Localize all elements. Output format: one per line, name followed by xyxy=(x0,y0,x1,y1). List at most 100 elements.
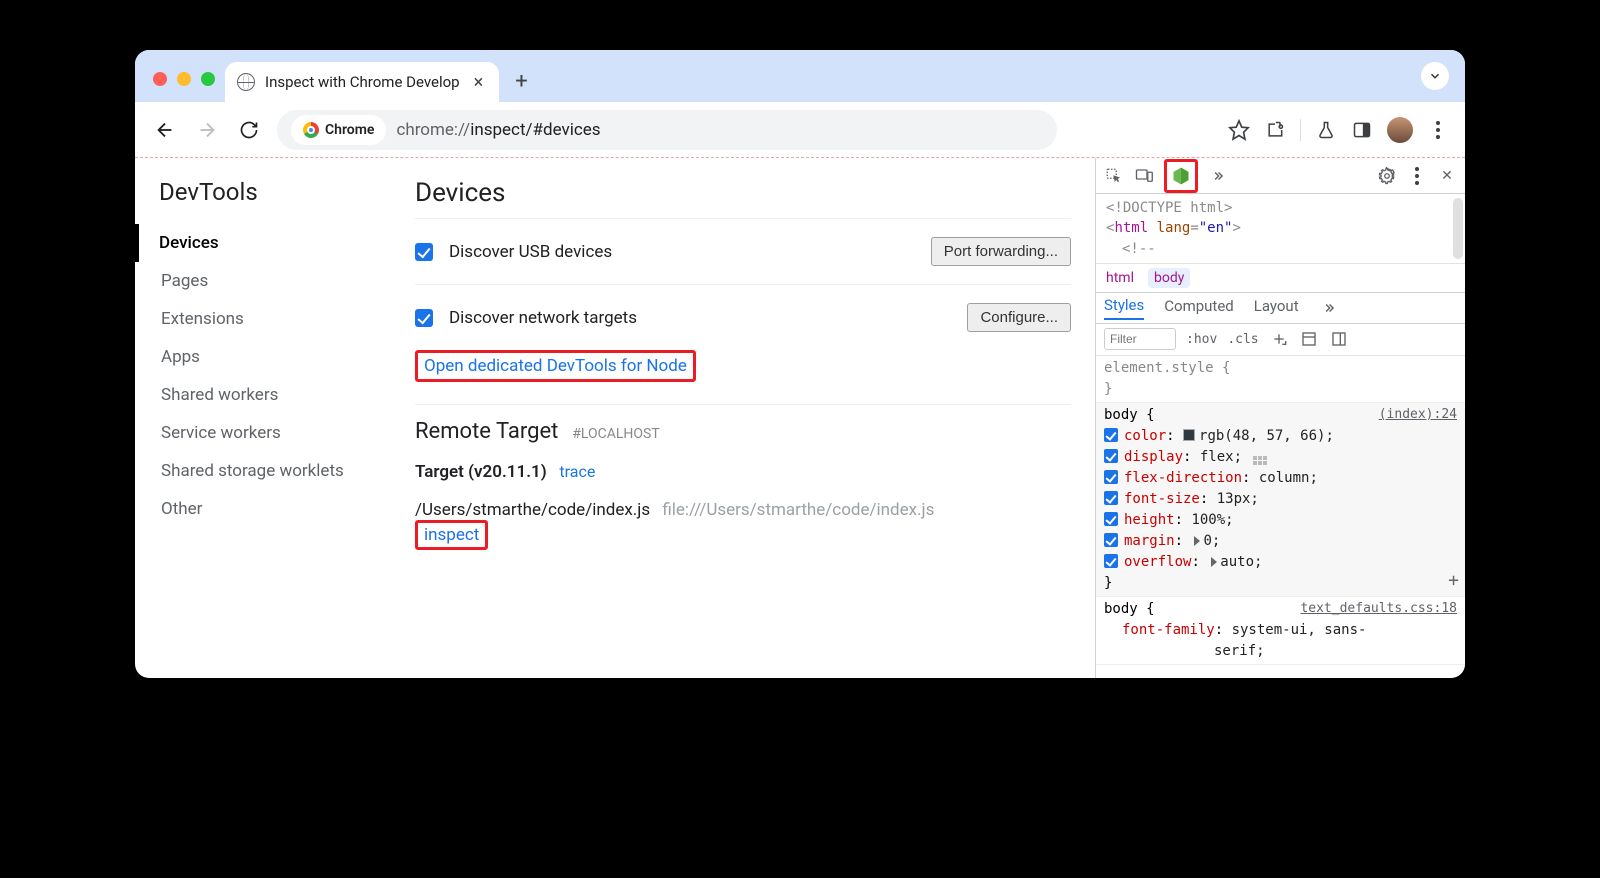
target-file-url: file:///Users/stmarthe/code/index.js xyxy=(662,500,934,520)
reload-button[interactable] xyxy=(235,116,263,144)
device-toggle-icon[interactable] xyxy=(1134,166,1154,186)
sidebar: DevTools DevicesPagesExtensionsAppsShare… xyxy=(159,178,389,658)
expand-caret-icon[interactable] xyxy=(1194,536,1200,546)
discover-usb-label: Discover USB devices xyxy=(449,242,915,262)
sidebar-item-pages[interactable]: Pages xyxy=(159,262,389,300)
remote-target-badge: #LOCALHOST xyxy=(572,426,659,442)
node-panel-highlight xyxy=(1164,159,1198,193)
tab-overflow-button[interactable] xyxy=(1421,62,1449,90)
sidebar-item-shared-storage-worklets[interactable]: Shared storage worklets xyxy=(159,452,389,490)
window-controls xyxy=(153,72,215,86)
side-panel-icon[interactable] xyxy=(1351,119,1373,141)
close-devtools-icon[interactable]: ✕ xyxy=(1437,166,1457,186)
discover-network-checkbox[interactable] xyxy=(415,309,433,327)
toolbar: Chrome chrome://inspect/#devices xyxy=(135,102,1465,158)
trace-link[interactable]: trace xyxy=(559,462,595,481)
rule-source[interactable]: (index):24 xyxy=(1379,405,1457,425)
url-text: chrome://inspect/#devices xyxy=(396,120,600,140)
flex-badge-icon[interactable] xyxy=(1253,456,1267,465)
css-declaration[interactable]: flex-direction: column; xyxy=(1104,468,1457,489)
close-tab-button[interactable]: × xyxy=(470,70,488,95)
open-node-devtools-link[interactable]: Open dedicated DevTools for Node xyxy=(424,356,687,376)
expand-caret-icon[interactable] xyxy=(1211,557,1217,567)
new-tab-button[interactable]: + xyxy=(515,69,527,94)
sidebar-item-extensions[interactable]: Extensions xyxy=(159,300,389,338)
browser-tab[interactable]: Inspect with Chrome Develop × xyxy=(225,62,499,102)
property-enabled-checkbox[interactable] xyxy=(1104,470,1118,484)
css-declaration[interactable]: overflow: auto; xyxy=(1104,552,1457,573)
toolbar-separator xyxy=(1300,119,1301,141)
chrome-chip-label: Chrome xyxy=(325,122,374,138)
sidebar-title: DevTools xyxy=(159,178,389,206)
inspect-element-icon[interactable] xyxy=(1104,166,1124,186)
more-tabs-icon[interactable] xyxy=(1319,298,1339,318)
inspect-devices-page: DevTools DevicesPagesExtensionsAppsShare… xyxy=(135,158,1095,678)
open-node-devtools-highlight: Open dedicated DevTools for Node xyxy=(415,350,696,382)
profile-avatar[interactable] xyxy=(1387,117,1413,143)
discover-network-label: Discover network targets xyxy=(449,308,951,328)
css-declaration[interactable]: height: 100%; xyxy=(1104,510,1457,531)
property-enabled-checkbox[interactable] xyxy=(1104,554,1118,568)
styles-pane[interactable]: element.style { } (index):24 body { colo… xyxy=(1096,356,1465,678)
tab-title: Inspect with Chrome Develop xyxy=(265,73,460,91)
crumb-html[interactable]: html xyxy=(1106,270,1134,286)
property-enabled-checkbox[interactable] xyxy=(1104,512,1118,526)
new-style-rule-icon[interactable] xyxy=(1269,329,1289,349)
toggle-sidebar-icon[interactable] xyxy=(1329,329,1349,349)
color-swatch[interactable] xyxy=(1183,429,1195,441)
sidebar-item-service-workers[interactable]: Service workers xyxy=(159,414,389,452)
inspect-highlight: inspect xyxy=(415,520,488,550)
maximize-window-button[interactable] xyxy=(201,72,215,86)
sidebar-item-other[interactable]: Other xyxy=(159,490,389,528)
labs-icon[interactable] xyxy=(1315,119,1337,141)
minimize-window-button[interactable] xyxy=(177,72,191,86)
tab-computed[interactable]: Computed xyxy=(1164,297,1234,319)
tab-layout[interactable]: Layout xyxy=(1254,297,1299,319)
css-declaration[interactable]: color: rgb(48, 57, 66); xyxy=(1104,426,1457,447)
property-enabled-checkbox[interactable] xyxy=(1104,533,1118,547)
devtools-menu-icon[interactable] xyxy=(1407,166,1427,186)
inspect-link[interactable]: inspect xyxy=(424,525,479,545)
chrome-menu-button[interactable] xyxy=(1427,119,1449,141)
css-declaration[interactable]: font-size: 13px; xyxy=(1104,489,1457,510)
port-forwarding-button[interactable]: Port forwarding... xyxy=(931,237,1071,266)
extensions-icon[interactable] xyxy=(1264,119,1286,141)
settings-gear-icon[interactable] xyxy=(1377,166,1397,186)
css-declaration[interactable]: display: flex; xyxy=(1104,447,1457,468)
property-enabled-checkbox[interactable] xyxy=(1104,449,1118,463)
chrome-logo-icon xyxy=(303,122,319,138)
crumb-body[interactable]: body xyxy=(1148,268,1190,288)
target-label: Target xyxy=(415,462,464,482)
cls-toggle[interactable]: .cls xyxy=(1227,332,1258,347)
more-panels-icon[interactable] xyxy=(1208,166,1228,186)
styles-tabs: Styles Computed Layout xyxy=(1096,292,1465,324)
close-window-button[interactable] xyxy=(153,72,167,86)
content-area: DevTools DevicesPagesExtensionsAppsShare… xyxy=(135,158,1465,678)
discover-usb-checkbox[interactable] xyxy=(415,243,433,261)
hov-toggle[interactable]: :hov xyxy=(1186,332,1217,347)
sidebar-item-shared-workers[interactable]: Shared workers xyxy=(159,376,389,414)
remote-target-heading: Remote Target xyxy=(415,419,558,444)
forward-button[interactable] xyxy=(193,116,221,144)
main-pane: Devices Discover USB devices Port forwar… xyxy=(415,178,1071,658)
sidebar-item-devices[interactable]: Devices xyxy=(135,224,389,262)
css-declaration[interactable]: margin: 0; xyxy=(1104,531,1457,552)
rule-source-2[interactable]: text_defaults.css:18 xyxy=(1300,599,1457,619)
devtools-toolbar: ✕ xyxy=(1096,158,1465,194)
property-enabled-checkbox[interactable] xyxy=(1104,428,1118,442)
nodejs-icon[interactable] xyxy=(1168,163,1194,189)
add-property-button[interactable]: + xyxy=(1448,567,1459,594)
styles-filter-bar: :hov .cls xyxy=(1096,324,1465,356)
computed-styles-icon[interactable] xyxy=(1299,329,1319,349)
scrollbar[interactable] xyxy=(1453,198,1463,259)
elements-tree[interactable]: <!DOCTYPE html> <html lang="en"> <!-- xyxy=(1096,194,1465,264)
address-bar[interactable]: Chrome chrome://inspect/#devices xyxy=(277,110,1057,150)
sidebar-item-apps[interactable]: Apps xyxy=(159,338,389,376)
property-enabled-checkbox[interactable] xyxy=(1104,491,1118,505)
configure-button[interactable]: Configure... xyxy=(967,303,1071,332)
back-button[interactable] xyxy=(151,116,179,144)
styles-filter-input[interactable] xyxy=(1104,328,1176,350)
devtools-pane: ✕ <!DOCTYPE html> <html lang="en"> <!-- … xyxy=(1095,158,1465,678)
tab-styles[interactable]: Styles xyxy=(1104,296,1144,320)
bookmark-star-icon[interactable] xyxy=(1228,119,1250,141)
